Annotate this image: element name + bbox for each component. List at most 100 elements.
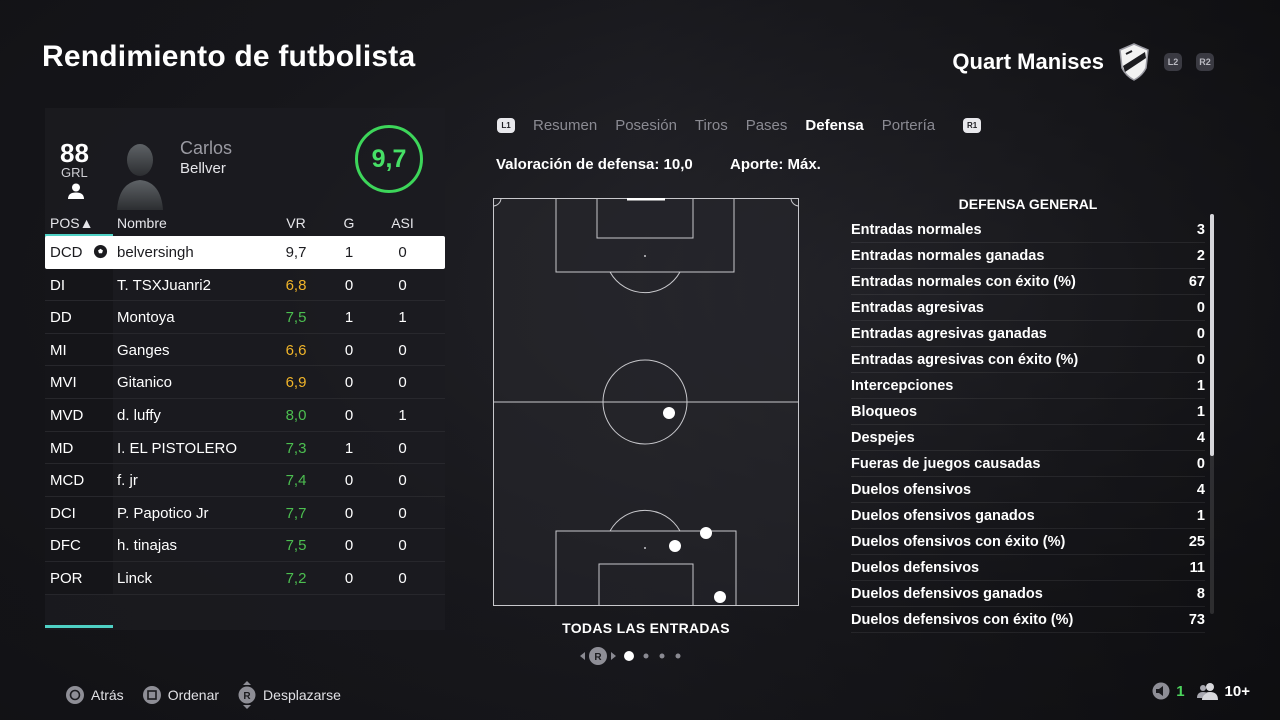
row-g: 1 xyxy=(344,439,354,457)
row-vr: 8,0 xyxy=(285,407,307,424)
tab-defensa[interactable]: Defensa xyxy=(805,117,863,134)
stat-label: Bloqueos xyxy=(851,404,918,420)
r2-button-icon[interactable]: R2 xyxy=(1196,53,1214,71)
back-hint[interactable]: Atrás xyxy=(65,685,124,705)
scroll-hint[interactable]: R Desplazarse xyxy=(237,681,341,709)
row-g: 0 xyxy=(344,504,354,522)
l1-button-icon[interactable]: L1 xyxy=(497,117,515,133)
stat-row: Duelos defensivos 11 xyxy=(851,555,1205,581)
speaker-icon xyxy=(1152,682,1170,700)
stat-row: Bloqueos 1 xyxy=(851,399,1205,425)
right-stick-label: R xyxy=(243,691,251,702)
table-row[interactable]: POR Linck 7,2 0 0 xyxy=(45,562,445,595)
row-vr: 7,3 xyxy=(285,439,307,457)
row-vr: 7,4 xyxy=(285,472,307,490)
stat-label: Despejes xyxy=(851,430,915,446)
stat-value: 11 xyxy=(1189,560,1205,576)
sort-hint[interactable]: Ordenar xyxy=(142,685,219,705)
row-pos: DFC xyxy=(50,537,81,555)
list-scroll-indicator xyxy=(45,625,113,628)
player-first-name: Carlos xyxy=(180,138,233,158)
row-asi: 0 xyxy=(398,472,407,490)
stat-label: Entradas normales con éxito (%) xyxy=(851,274,1076,290)
stat-value: 0 xyxy=(1196,456,1205,472)
stat-label: Fueras de juegos causadas xyxy=(851,456,1041,472)
stat-label: Duelos ofensivos ganados xyxy=(851,508,1035,524)
stat-value: 4 xyxy=(1196,482,1205,498)
stat-row: Duelos ofensivos 4 xyxy=(851,477,1205,503)
r-stick-label: R xyxy=(594,652,602,663)
l2-button-icon[interactable]: L2 xyxy=(1164,53,1182,71)
table-row[interactable]: DCI P. Papotico Jr 7,7 0 0 xyxy=(45,496,445,530)
row-g: 0 xyxy=(344,374,354,392)
page-dot xyxy=(659,653,665,659)
stat-value: 4 xyxy=(1196,430,1205,446)
header-g[interactable]: G xyxy=(342,215,356,231)
stat-row: Entradas agresivas ganadas 0 xyxy=(851,321,1205,347)
page-dot xyxy=(643,653,649,659)
row-vr: 7,5 xyxy=(285,537,307,555)
page-dot-active xyxy=(624,651,634,661)
row-asi: 0 xyxy=(398,537,407,555)
header-name[interactable]: Nombre xyxy=(117,215,167,231)
table-row[interactable]: DFC h. tinajas 7,5 0 0 xyxy=(45,529,445,562)
row-name: Gitanico xyxy=(117,374,173,392)
row-asi: 0 xyxy=(398,439,407,457)
row-vr: 7,5 xyxy=(285,309,307,327)
row-asi: 0 xyxy=(398,341,407,359)
top-penalty-spot xyxy=(644,255,646,257)
row-vr: 6,9 xyxy=(285,374,307,392)
pitch-heatmap xyxy=(493,198,799,606)
stat-value: 1 xyxy=(1196,404,1205,420)
tab-porteria[interactable]: Portería xyxy=(882,117,935,134)
stat-row: Entradas normales ganadas 2 xyxy=(851,243,1205,269)
tab-resumen[interactable]: Resumen xyxy=(533,117,597,134)
footer-status: 1 10+ xyxy=(1152,682,1250,700)
table-row[interactable]: DCD belversingh 9,7 1 0 xyxy=(45,236,445,269)
page-indicator[interactable]: R xyxy=(580,646,690,666)
stat-row: Duelos ofensivos con éxito (%) 25 xyxy=(851,529,1205,555)
tab-posesion[interactable]: Posesión xyxy=(615,117,677,134)
row-vr: 7,7 xyxy=(285,504,307,522)
row-g: 1 xyxy=(344,309,354,327)
page-dot xyxy=(675,653,681,659)
header-pos[interactable]: POS▲ xyxy=(50,215,93,231)
row-g: 0 xyxy=(344,537,354,555)
tab-pases[interactable]: Pases xyxy=(746,117,788,134)
tackle-marker xyxy=(714,591,726,603)
stat-label: Duelos ofensivos con éxito (%) xyxy=(851,534,1066,550)
stat-row: Fueras de juegos causadas 0 xyxy=(851,451,1205,477)
stat-value: 73 xyxy=(1188,612,1205,628)
stat-value: 0 xyxy=(1196,326,1205,342)
row-vr: 6,8 xyxy=(285,276,307,294)
stats-scroll-thumb[interactable] xyxy=(1210,214,1214,456)
stats-scrollbar[interactable] xyxy=(1210,214,1214,614)
r1-button-icon[interactable]: R1 xyxy=(963,117,982,133)
right-stick-icon: R xyxy=(238,681,256,709)
row-name: T. TSXJuanri2 xyxy=(117,276,211,294)
table-row[interactable]: DD Montoya 7,5 1 1 xyxy=(45,301,445,334)
table-row[interactable]: MCD f. jr 7,4 0 0 xyxy=(45,464,445,497)
table-row[interactable]: MI Ganges 6,6 0 0 xyxy=(45,333,445,367)
tab-tiros[interactable]: Tiros xyxy=(695,117,728,134)
table-row[interactable]: DI T. TSXJuanri2 6,8 0 0 xyxy=(45,268,445,302)
row-name: Linck xyxy=(117,570,153,587)
row-asi: 0 xyxy=(398,276,407,294)
table-row[interactable]: MVD d. luffy 8,0 0 1 xyxy=(45,399,445,432)
row-pos: MCD xyxy=(50,472,85,490)
row-name: Montoya xyxy=(117,309,175,327)
stat-value: 2 xyxy=(1196,248,1205,264)
club-name: Quart Manises xyxy=(952,49,1104,74)
header-asi[interactable]: ASI xyxy=(390,215,415,231)
stat-label: Entradas agresivas ganadas xyxy=(851,326,1047,342)
table-row[interactable]: MVI Gitanico 6,9 0 0 xyxy=(45,366,445,399)
header-vr[interactable]: VR xyxy=(285,215,307,231)
stat-value: 67 xyxy=(1188,274,1205,290)
club-crest-icon xyxy=(1119,43,1149,81)
row-pos: MVD xyxy=(50,407,84,424)
stats-title: DEFENSA GENERAL xyxy=(958,196,1098,212)
stat-value: 8 xyxy=(1196,586,1205,602)
stat-label: Entradas normales xyxy=(851,222,982,238)
table-row[interactable]: MD I. EL PISTOLERO 7,3 1 0 xyxy=(45,431,445,465)
row-g: 0 xyxy=(344,341,354,359)
